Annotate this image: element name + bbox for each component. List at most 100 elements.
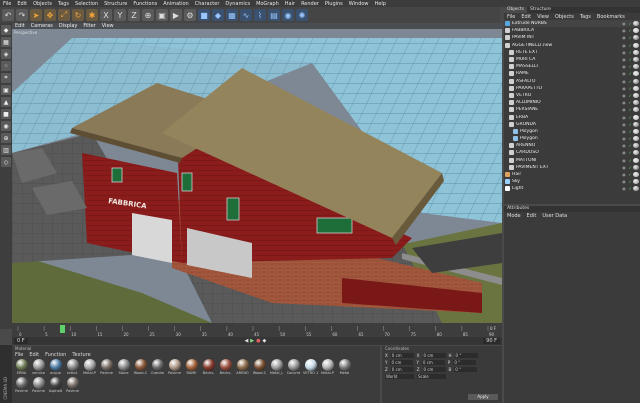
attributes-menu-edit[interactable]: Edit bbox=[524, 213, 540, 219]
menu-animation[interactable]: Animation bbox=[160, 1, 192, 7]
object-row[interactable]: PARAPETTO ● ✓ bbox=[504, 85, 640, 92]
record-icon[interactable]: ● bbox=[256, 338, 260, 344]
object-row[interactable]: MATTONI ● ✓ bbox=[504, 157, 640, 164]
material-swatch[interactable]: Metal-P bbox=[82, 359, 97, 375]
undo-icon[interactable]: ↶ bbox=[2, 9, 14, 21]
light-icon[interactable]: ✺ bbox=[296, 9, 308, 21]
object-row[interactable]: Sky ● ✓ bbox=[504, 178, 640, 185]
material-swatch[interactable]: Bricks- bbox=[201, 359, 216, 375]
material-tag-icon[interactable] bbox=[633, 164, 639, 170]
move-icon[interactable]: ✥ bbox=[44, 9, 56, 21]
material-tag-icon[interactable] bbox=[633, 78, 639, 84]
material-tag-icon[interactable] bbox=[633, 100, 639, 106]
lock-icon[interactable]: ◇ bbox=[1, 157, 11, 167]
material-menu-edit[interactable]: Edit bbox=[26, 352, 42, 358]
material-swatch[interactable]: Wood-C bbox=[252, 359, 267, 375]
menu-structure[interactable]: Structure bbox=[101, 1, 130, 7]
viewport-menu-view[interactable]: View bbox=[99, 23, 117, 29]
object-row[interactable]: Extrude NURBS ● ✓ bbox=[504, 20, 640, 28]
material-tag-icon[interactable] bbox=[633, 42, 639, 48]
material-swatch[interactable]: ARENO bbox=[235, 359, 250, 375]
material-tag-icon[interactable] bbox=[633, 64, 639, 70]
texture-mode-icon[interactable]: ▦ bbox=[1, 37, 11, 47]
object-row[interactable]: ERBA ● ✓ bbox=[504, 113, 640, 120]
object-row[interactable]: ALLUMINIO ● ✓ bbox=[504, 99, 640, 106]
edges-mode-icon[interactable]: ⌗ bbox=[1, 73, 11, 83]
material-menu-file[interactable]: File bbox=[12, 352, 26, 358]
coord-field[interactable]: 0 cm bbox=[390, 353, 414, 358]
coord-field[interactable]: 0 ° bbox=[454, 367, 478, 372]
material-swatch[interactable]: Wood-C bbox=[133, 359, 148, 375]
material-tag-icon[interactable] bbox=[633, 121, 639, 127]
material-swatch[interactable]: tetto1 bbox=[65, 359, 80, 375]
array-icon[interactable]: ▦ bbox=[226, 9, 238, 21]
material-swatch[interactable]: Granite bbox=[150, 359, 165, 375]
viewport[interactable]: FABBRICA bbox=[12, 23, 502, 323]
world-coord-icon[interactable]: ⊕ bbox=[142, 9, 154, 21]
object-row[interactable]: MASSELLI ● ✓ bbox=[504, 63, 640, 70]
material-tag-icon[interactable] bbox=[633, 92, 639, 98]
material-swatch[interactable]: Bricks- bbox=[218, 359, 233, 375]
material-swatch[interactable]: Concret bbox=[286, 359, 301, 375]
material-tag-icon[interactable] bbox=[633, 71, 639, 77]
menu-character[interactable]: Character bbox=[192, 1, 223, 7]
cube-icon[interactable]: ■ bbox=[198, 9, 210, 21]
material-swatch[interactable]: RAME bbox=[184, 359, 199, 375]
material-swatch[interactable]: vernice bbox=[31, 359, 46, 375]
nurbs-icon[interactable]: ◆ bbox=[212, 9, 224, 21]
material-tag-icon[interactable] bbox=[633, 157, 639, 163]
object-menu-objects[interactable]: Objects bbox=[552, 14, 577, 20]
material-tag-icon[interactable] bbox=[633, 35, 639, 41]
coord-field[interactable]: 0 ° bbox=[453, 360, 477, 365]
polygons-mode-icon[interactable]: ▣ bbox=[1, 85, 11, 95]
object-row[interactable]: PAVIM INT ● ✓ bbox=[504, 34, 640, 41]
material-tag-icon[interactable] bbox=[633, 114, 639, 120]
play-back-icon[interactable]: ◀ bbox=[244, 338, 248, 344]
material-swatch[interactable]: Stone bbox=[116, 359, 131, 375]
recent-tool-icon[interactable]: ✱ bbox=[86, 9, 98, 21]
scene-icon[interactable]: ▤ bbox=[268, 9, 280, 21]
material-swatch[interactable]: Asphalt bbox=[48, 377, 63, 393]
material-swatch[interactable]: Pavime bbox=[31, 377, 46, 393]
object-menu-file[interactable]: File bbox=[504, 14, 518, 20]
object-row[interactable]: GRONDA ● ✓ bbox=[504, 121, 640, 128]
material-menu-texture[interactable]: Texture bbox=[69, 352, 93, 358]
rotate-icon[interactable]: ↻ bbox=[72, 9, 84, 21]
material-swatch[interactable]: Metal_L bbox=[269, 359, 284, 375]
material-swatch[interactable]: Pavime bbox=[65, 377, 80, 393]
object-mode-icon[interactable]: ■ bbox=[1, 109, 11, 119]
coord-field[interactable]: 0 cm bbox=[390, 360, 414, 365]
animation-mode-icon[interactable]: ◉ bbox=[1, 121, 11, 131]
material-swatch[interactable]: Metal-P bbox=[320, 359, 335, 375]
playhead[interactable] bbox=[60, 325, 65, 333]
axis-x-icon[interactable]: X bbox=[100, 9, 112, 21]
menu-mograph[interactable]: MoGraph bbox=[253, 1, 282, 7]
tab-structure[interactable]: Structure bbox=[527, 7, 554, 13]
viewport-menu-cameras[interactable]: Cameras bbox=[28, 23, 56, 29]
object-row[interactable]: CARDOSO ● ✓ bbox=[504, 149, 640, 156]
viewport-menu-display[interactable]: Display bbox=[56, 23, 80, 29]
viewport-menu-edit[interactable]: Edit bbox=[12, 23, 28, 29]
workplane-icon[interactable]: ▥ bbox=[1, 145, 11, 155]
key-icon[interactable]: ◆ bbox=[263, 338, 267, 344]
coord-field[interactable]: 0 cm bbox=[422, 353, 446, 358]
viewport-menu-filter[interactable]: Filter bbox=[80, 23, 98, 29]
apply-button[interactable]: Apply bbox=[468, 394, 498, 400]
object-row[interactable]: ASFALTO ● ✓ bbox=[504, 78, 640, 85]
current-frame[interactable]: 0 F bbox=[14, 338, 28, 344]
object-row[interactable]: PERSIANE ● ✓ bbox=[504, 106, 640, 113]
tab-objects[interactable]: Objects bbox=[504, 7, 528, 13]
render-settings-icon[interactable]: ⚙ bbox=[184, 9, 196, 21]
play-icon[interactable]: ▶ bbox=[250, 338, 254, 344]
material-tag-icon[interactable] bbox=[633, 21, 639, 27]
snap-icon[interactable]: ⊕ bbox=[1, 133, 11, 143]
make-editable-icon[interactable]: ◆ bbox=[1, 25, 11, 35]
material-tag-icon[interactable] bbox=[633, 136, 639, 142]
object-row[interactable]: FABBRICA ● ✓ bbox=[504, 27, 640, 34]
menu-edit[interactable]: Edit bbox=[14, 1, 30, 7]
axis-y-icon[interactable]: Y bbox=[114, 9, 126, 21]
axis-z-icon[interactable]: Z bbox=[128, 9, 140, 21]
attributes-menu-user-data[interactable]: User Data bbox=[539, 213, 570, 219]
coord-field[interactable]: 0 ° bbox=[454, 353, 478, 358]
end-frame[interactable]: 90 F bbox=[483, 338, 500, 344]
